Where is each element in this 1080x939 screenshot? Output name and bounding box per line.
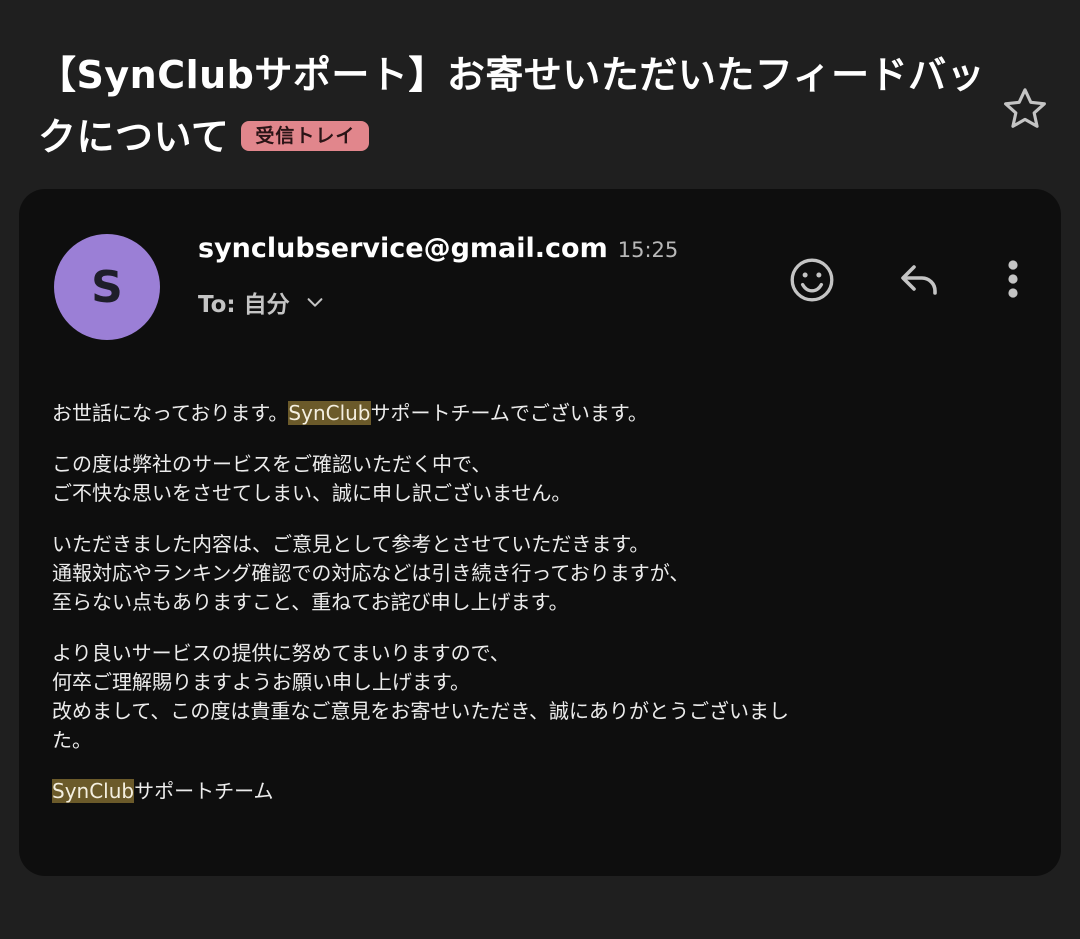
body-text: サポートチームでございます。 [370, 401, 648, 425]
body-text: お世話になっております。 [52, 401, 289, 425]
recipient-details-toggle[interactable]: To: 自分 [198, 285, 326, 319]
sender-address[interactable]: synclubservice@gmail.com [198, 233, 608, 264]
body-line: 至らない点もありますこと、重ねてお詫び申し上げます。 [52, 590, 569, 614]
message-card: S synclubservice@gmail.com 15:25 To: 自分 [19, 189, 1061, 876]
body-paragraph-1: お世話になっております。SynClubサポートチームでございます。 [52, 399, 932, 428]
chevron-down-icon [307, 298, 323, 307]
avatar[interactable]: S [54, 234, 160, 340]
signature-text: サポートチーム [134, 779, 274, 803]
reply-icon[interactable] [895, 255, 943, 303]
body-line: 改めまして、この度は貴重なご意見をお寄せいただき、誠にありがとうございまし [52, 699, 789, 723]
body-line: 通報対応やランキング確認での対応などは引き続き行っておりますが、 [52, 561, 690, 585]
email-header: 【SynClubサポート】お寄せいただいたフィードバックについて 受信トレイ [38, 44, 988, 168]
recipient-label: To: 自分 [198, 292, 290, 318]
body-line: 何卒ご理解賜りますようお願い申し上げます。 [52, 670, 470, 694]
message-time: 15:25 [617, 238, 679, 262]
star-icon[interactable] [1000, 84, 1050, 134]
body-paragraph-4: より良いサービスの提供に努めてまいりますので、 何卒ご理解賜りますようお願い申し… [52, 639, 932, 755]
search-highlight: SynClub [52, 779, 135, 803]
body-line: より良いサービスの提供に努めてまいりますので、 [52, 641, 510, 665]
email-subject-text: 【SynClubサポート】お寄せいただいたフィードバックについて [38, 53, 986, 159]
body-line: た。 [52, 728, 92, 752]
inbox-label-chip[interactable]: 受信トレイ [241, 120, 370, 151]
message-body: お世話になっております。SynClubサポートチームでございます。 この度は弊社… [52, 399, 932, 828]
email-subject: 【SynClubサポート】お寄せいただいたフィードバックについて 受信トレイ [38, 44, 988, 168]
emoji-icon[interactable] [787, 255, 837, 305]
signature: SynClubサポートチーム [52, 777, 932, 806]
body-line: この度は弊社のサービスをご確認いただく中で、 [52, 452, 492, 476]
body-paragraph-3: いただきました内容は、ご意見として参考とさせていただきます。 通報対応やランキン… [52, 530, 932, 617]
search-highlight: SynClub [288, 401, 371, 425]
more-vert-icon[interactable] [995, 255, 1031, 303]
body-line: ご不快な思いをさせてしまい、誠に申し訳ございません。 [52, 481, 572, 505]
body-paragraph-2: この度は弊社のサービスをご確認いただく中で、 ご不快な思いをさせてしまい、誠に申… [52, 450, 932, 508]
avatar-letter: S [91, 261, 123, 313]
body-line: いただきました内容は、ご意見として参考とさせていただきます。 [52, 532, 650, 556]
sender-line: synclubservice@gmail.com 15:25 [198, 233, 678, 264]
